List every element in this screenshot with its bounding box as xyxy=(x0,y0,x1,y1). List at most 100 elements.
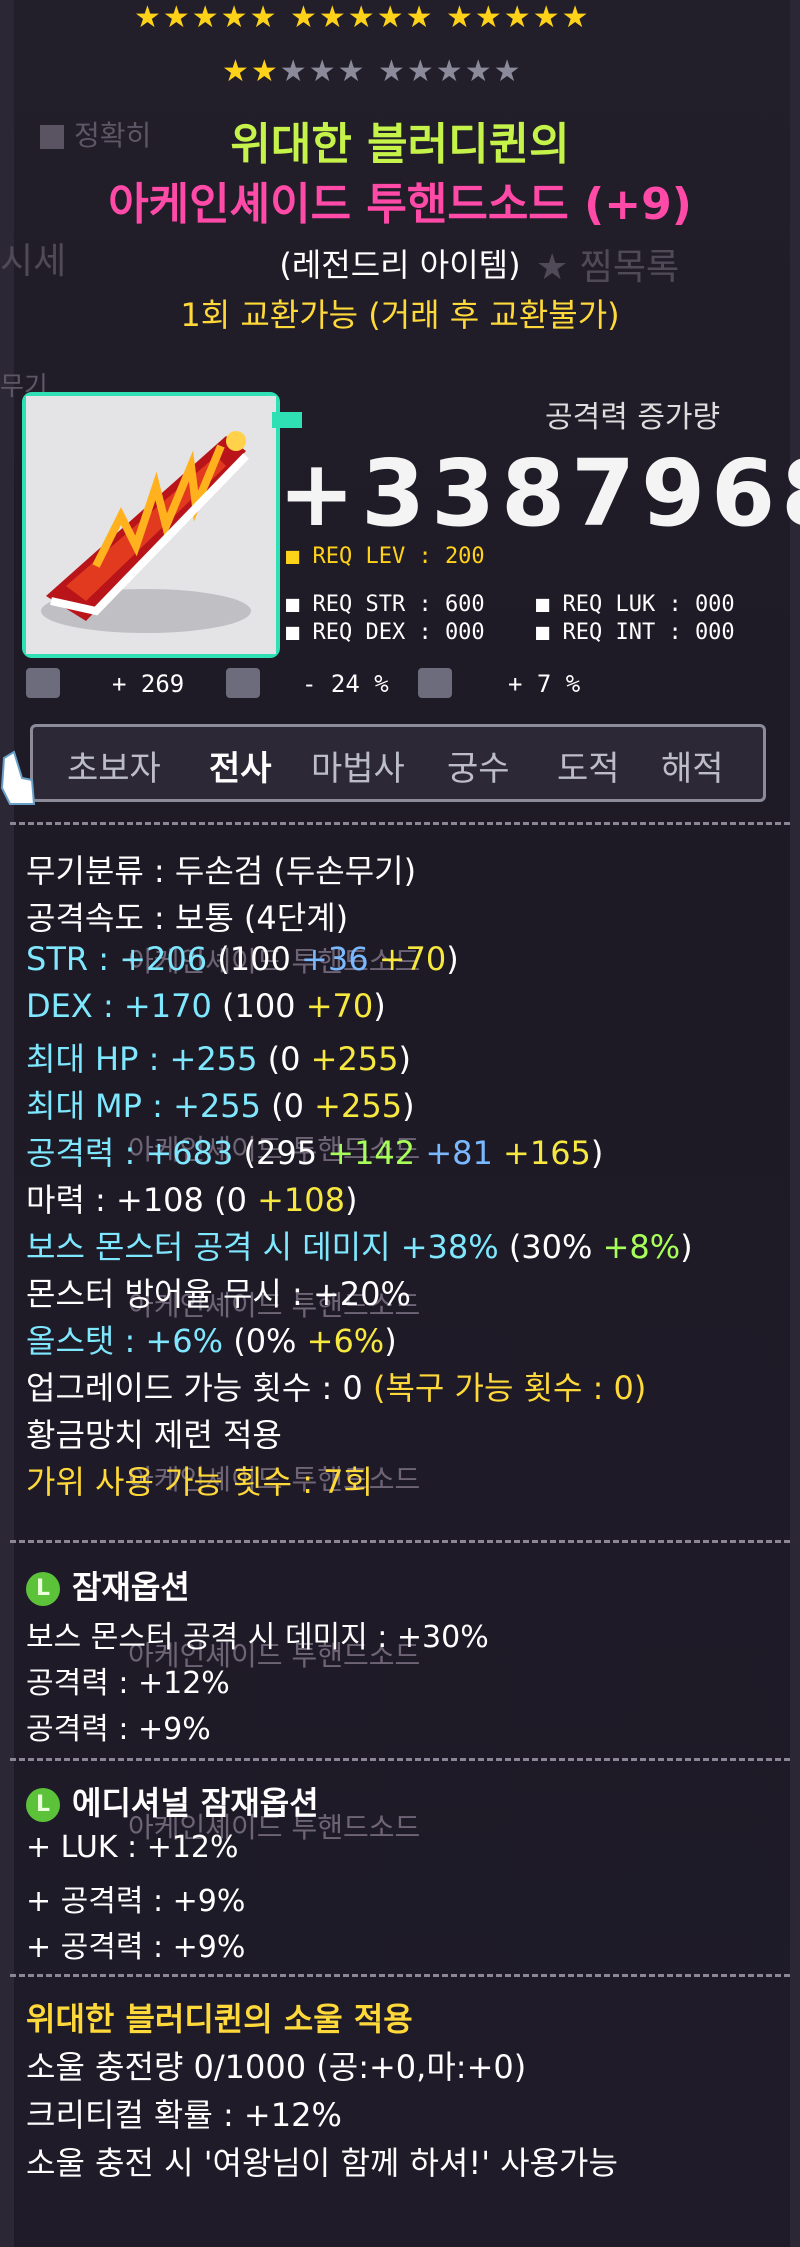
item-frame-tab xyxy=(272,412,302,428)
stat-attack: 공격력 : +683 (295 +142 +81 +165) xyxy=(26,1128,603,1174)
potential-line-3: 공격력 : +9% xyxy=(26,1712,211,1747)
starforce-row-1: ★★★★★ ★★★★★ ★★★★★ xyxy=(134,0,591,35)
starforce-row-2: ★★★★★ ★★★★★ xyxy=(222,54,523,89)
right-border xyxy=(790,0,800,2247)
stat-dex-base: (100 xyxy=(211,987,306,1025)
stat-magic-base: (0 xyxy=(203,1181,258,1219)
level-icon xyxy=(26,668,60,698)
soul-title: 위대한 블러디퀸의 소울 적용 xyxy=(26,2000,413,2038)
stat-str-base: (100 xyxy=(207,940,302,978)
arcane-force-icon xyxy=(226,668,260,698)
additional-potential-header: L 에디셔널 잠재옵션 xyxy=(26,1778,319,1824)
item-grade: (레전드리 아이템) xyxy=(279,246,521,284)
job-warrior: 전사 xyxy=(209,749,272,789)
stat-allstat-base: (0% xyxy=(223,1322,307,1360)
stat-boss-total: 보스 몬스터 공격 시 데미지 +38% xyxy=(26,1228,499,1266)
additional-line-1: + LUK : +12% xyxy=(26,1830,239,1865)
two-handed-sword-icon xyxy=(26,396,276,654)
soul-skill: 소울 충전 시 '여왕님이 함께 하셔!' 사용가능 xyxy=(26,2144,618,2182)
stat-mp-close: ) xyxy=(402,1087,415,1125)
stat-dex-bonus: +70 xyxy=(305,987,374,1025)
item-image-frame xyxy=(22,392,280,658)
soul-crit: 크리티컬 확률 : +12% xyxy=(26,2096,342,2134)
item-prefix: 위대한 블러디퀸의 xyxy=(230,119,570,170)
stat-weapon-type: 무기분류 : 두손검 (두손무기) xyxy=(26,852,417,890)
stat-allstat-total: 올스탯 : +6% xyxy=(26,1322,224,1360)
stat-mp-bonus: +255 xyxy=(314,1087,403,1125)
hand-cursor-icon xyxy=(0,750,36,805)
stat-scissors: 가위 사용 가능 횟수 : 7회 xyxy=(26,1463,373,1501)
soul-charge: 소울 충전량 0/1000 (공:+0,마:+0) xyxy=(26,2048,527,2086)
item-name: 아케인셰이드 투핸드소드 (+9) xyxy=(108,179,692,230)
job-magician: 마법사 xyxy=(311,749,405,789)
stat-hp-base: (0 xyxy=(257,1040,311,1078)
stat-dex-close: ) xyxy=(373,987,386,1025)
stat-str-total: STR : +206 xyxy=(26,940,208,978)
stat-dex-total: DEX : +170 xyxy=(26,987,212,1025)
additional-line-3: + 공격력 : +9% xyxy=(26,1930,246,1965)
stat-boss-base: (30% xyxy=(498,1228,603,1266)
req-str: ■ REQ STR : 600 xyxy=(286,592,485,617)
stat-attack-total: 공격력 : +683 xyxy=(26,1134,234,1172)
stat-dex: DEX : +170 (100 +70) xyxy=(26,987,386,1025)
stat-boss-close: ) xyxy=(680,1228,693,1266)
stat-attack-bonus-3: +165 xyxy=(492,1134,591,1172)
stat-str-close: ) xyxy=(446,940,459,978)
stat-hp: 최대 HP : +255 (0 +255) xyxy=(26,1034,411,1080)
job-archer: 궁수 xyxy=(447,749,510,789)
stat-magic-total: 마력 : +108 xyxy=(26,1181,204,1219)
stat-hp-total: 최대 HP : +255 xyxy=(26,1040,258,1078)
mini-stat-1: + 269 xyxy=(112,670,185,698)
stat-attack-speed: 공격속도 : 보통 (4단계) xyxy=(26,899,349,937)
divider-1 xyxy=(10,822,790,825)
stat-allstat-bonus: +6% xyxy=(306,1322,385,1360)
stat-magic: 마력 : +108 (0 +108) xyxy=(26,1175,357,1221)
divider-4 xyxy=(10,1974,790,1977)
stat-hp-bonus: +255 xyxy=(310,1040,399,1078)
stat-all-stat: 올스탯 : +6% (0% +6%) xyxy=(26,1316,397,1362)
job-beginner: 초보자 xyxy=(67,749,161,789)
shield-icon xyxy=(418,668,452,698)
legendary-badge-icon: L xyxy=(26,1788,60,1822)
divider-3 xyxy=(10,1758,790,1761)
legendary-badge-icon: L xyxy=(26,1572,60,1606)
mini-stat-3: + 7 % xyxy=(508,670,581,698)
req-level: ■ REQ LEV : 200 xyxy=(286,544,485,569)
stat-str-bonus-1: +36 xyxy=(301,940,369,978)
item-trade-info: 1회 교환가능 (거래 후 교환불가) xyxy=(180,296,620,334)
stat-attack-close: ) xyxy=(590,1134,604,1172)
stat-ignore-defense: 몬스터 방어율 무시 : +20% xyxy=(26,1275,411,1313)
req-int: ■ REQ INT : 000 xyxy=(536,620,735,645)
stat-hp-close: ) xyxy=(398,1040,411,1078)
additional-line-2: + 공격력 : +9% xyxy=(26,1884,246,1919)
stat-magic-bonus: +108 xyxy=(257,1181,345,1219)
stat-str-bonus-2: +70 xyxy=(368,940,447,978)
stat-mp: 최대 MP : +255 (0 +255) xyxy=(26,1081,415,1127)
job-pirate: 해적 xyxy=(661,749,724,789)
stat-attack-bonus-2: +81 xyxy=(415,1134,493,1172)
item-tooltip: 정확히 시세 ★ 찜목록 무기 아케인셰이드 투핸드소드 아케인셰이드 투핸드소… xyxy=(0,0,800,2247)
additional-potential-title: 에디셔널 잠재옵션 xyxy=(72,1784,319,1822)
stat-magic-close: ) xyxy=(344,1181,358,1219)
stat-upgrade-main: 업그레이드 가능 횟수 : 0 xyxy=(26,1369,373,1407)
stat-str: STR : +206 (100 +36 +70) xyxy=(26,940,459,978)
req-dex: ■ REQ DEX : 000 xyxy=(286,620,485,645)
attack-increase-value: +3387968 xyxy=(278,440,800,547)
stat-boss-damage: 보스 몬스터 공격 시 데미지 +38% (30% +8%) xyxy=(26,1222,693,1268)
job-class-bar: 초보자 전사 마법사 궁수 도적 해적 xyxy=(30,724,766,802)
starforce-empty: ★★★ ★★★★★ xyxy=(279,54,523,89)
req-luk: ■ REQ LUK : 000 xyxy=(536,592,735,617)
left-border xyxy=(0,0,14,2247)
stat-attack-bonus-1: +142 xyxy=(327,1134,416,1172)
stat-upgrade-count: 업그레이드 가능 횟수 : 0 (복구 가능 횟수 : 0) xyxy=(26,1363,646,1409)
stat-upgrade-restore: (복구 가능 횟수 : 0) xyxy=(372,1369,647,1407)
potential-line-2: 공격력 : +12% xyxy=(26,1666,230,1701)
stat-boss-bonus: +8% xyxy=(602,1228,681,1266)
potential-title: 잠재옵션 xyxy=(72,1568,190,1606)
attack-increase-label: 공격력 증가량 xyxy=(545,400,721,435)
divider-2 xyxy=(10,1540,790,1543)
stat-attack-base: (295 xyxy=(233,1134,328,1172)
stat-golden-hammer: 황금망치 제련 적용 xyxy=(26,1416,282,1454)
mini-stat-2: - 24 % xyxy=(302,670,389,698)
stat-mp-base: (0 xyxy=(260,1087,315,1125)
